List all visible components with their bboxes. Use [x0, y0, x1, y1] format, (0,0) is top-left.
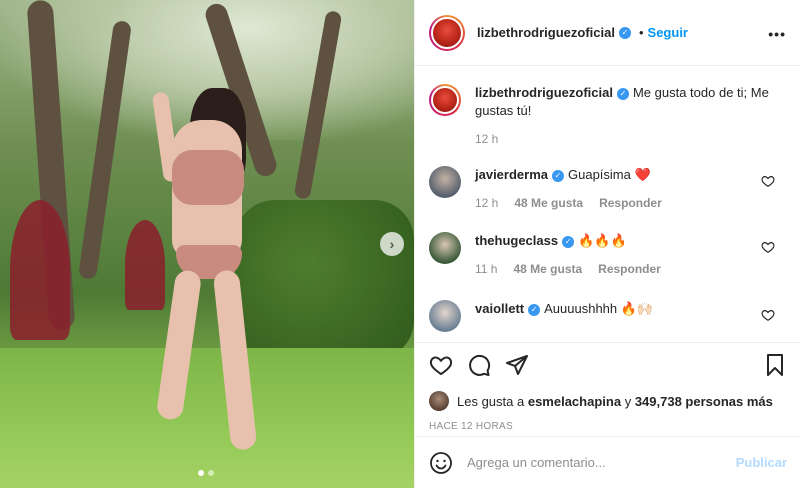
carousel-dots	[198, 470, 214, 476]
comment-username[interactable]: thehugeclass	[475, 233, 558, 248]
comment-meta: 11 h 48 Me gusta Responder	[475, 260, 787, 278]
header-separator: •	[638, 25, 644, 40]
emoji-smiley-icon[interactable]	[429, 451, 453, 475]
comment-content: javierderma ✓ Guapísima ❤️ 12 h 48 Me gust…	[475, 166, 787, 212]
add-comment-bar: Agrega un comentario... Publicar	[415, 436, 800, 488]
comment-text: Auuuushhhh 🔥🙌🏻	[544, 301, 654, 316]
red-plant-2	[125, 220, 165, 310]
comment-text: 🔥🔥🔥	[578, 233, 627, 248]
author-username[interactable]: lizbethrodriguezoficial	[477, 25, 615, 40]
hedge	[235, 200, 414, 360]
caption-content: lizbethrodriguezoficial ✓ Me gusta todo de…	[475, 84, 787, 148]
comment-row: javierderma ✓ Guapísima ❤️ 12 h 48 Me gust…	[429, 166, 787, 212]
comment-row: thehugeclass ✓ 🔥🔥🔥 11 h 48 Me gusta Respon…	[429, 232, 787, 278]
comments-list: lizbethrodriguezoficial ✓ Me gusta todo de…	[415, 66, 800, 342]
post-photo[interactable]: ›	[0, 0, 414, 488]
follow-button[interactable]: Seguir	[648, 25, 688, 40]
reply-button[interactable]: Responder	[599, 194, 662, 212]
action-icons	[429, 353, 787, 377]
likes-summary: Les gusta a esmelachapina y 349,738 pers…	[429, 391, 787, 411]
post-header: lizbethrodriguezoficial ✓ • Seguir •••	[415, 0, 800, 66]
comment-time[interactable]: 11 h	[475, 260, 497, 278]
verified-badge-icon: ✓	[616, 87, 629, 100]
post-timestamp[interactable]: HACE 12 HORAS	[429, 421, 787, 432]
comment-input[interactable]: Agrega un comentario...	[467, 455, 736, 470]
comment-text: Guapísima ❤️	[568, 167, 651, 182]
save-bookmark-icon[interactable]	[763, 353, 787, 377]
comment-content: vaiollett ✓ Auuuushhhh 🔥🙌🏻	[475, 300, 787, 332]
caption-author-avatar[interactable]	[429, 84, 461, 116]
carousel-dot-active	[198, 470, 204, 476]
author-avatar[interactable]	[429, 14, 465, 51]
likes-first-user[interactable]: esmelachapina	[528, 394, 621, 409]
caption-meta: 12 h	[475, 130, 787, 148]
carousel-dot	[208, 470, 214, 476]
comment-bubble-icon[interactable]	[467, 353, 491, 377]
share-paper-plane-icon[interactable]	[505, 353, 529, 377]
comment-time[interactable]: 12 h	[475, 194, 498, 212]
caption-time[interactable]: 12 h	[475, 130, 498, 148]
comment-content: thehugeclass ✓ 🔥🔥🔥 11 h 48 Me gusta Respon…	[475, 232, 787, 278]
verified-badge-icon: ✓	[562, 235, 575, 248]
likes-count[interactable]: 349,738 personas más	[635, 394, 773, 409]
publish-button[interactable]: Publicar	[736, 455, 787, 470]
like-heart-icon[interactable]	[429, 353, 453, 377]
post-actions: Les gusta a esmelachapina y 349,738 pers…	[415, 342, 800, 432]
commenter-avatar[interactable]	[429, 300, 461, 332]
verified-badge-icon: ✓	[552, 169, 564, 182]
commenter-avatar[interactable]	[429, 232, 461, 264]
comment-likes[interactable]: 48 Me gusta	[513, 260, 582, 278]
comment-username[interactable]: vaiollett	[475, 301, 524, 316]
caption-username[interactable]: lizbethrodriguezoficial	[475, 85, 613, 100]
instagram-post: › lizbethrodriguezoficial ✓ • Seguir •••…	[0, 0, 800, 488]
post-side-panel: lizbethrodriguezoficial ✓ • Seguir ••• l…	[414, 0, 800, 488]
comment-row: vaiollett ✓ Auuuushhhh 🔥🙌🏻	[429, 300, 787, 332]
comment-likes[interactable]: 48 Me gusta	[514, 194, 583, 212]
likes-prefix: Les gusta a	[457, 393, 525, 409]
verified-badge-icon: ✓	[528, 303, 541, 316]
figure-top	[172, 150, 244, 205]
like-comment-heart-icon[interactable]	[761, 240, 775, 254]
like-comment-heart-icon[interactable]	[761, 308, 775, 322]
more-options-icon[interactable]: •••	[768, 26, 786, 42]
verified-badge-icon: ✓	[618, 26, 631, 39]
liker-avatar[interactable]	[429, 391, 449, 411]
post-caption: lizbethrodriguezoficial ✓ Me gusta todo de…	[429, 84, 787, 148]
likes-joiner: y	[624, 393, 632, 409]
carousel-next-button[interactable]: ›	[380, 232, 404, 256]
comment-meta: 12 h 48 Me gusta Responder	[475, 194, 787, 212]
comment-username[interactable]: javierderma	[475, 167, 548, 182]
commenter-avatar[interactable]	[429, 166, 461, 198]
reply-button[interactable]: Responder	[598, 260, 661, 278]
grass	[0, 348, 414, 488]
red-plant	[10, 200, 70, 340]
like-comment-heart-icon[interactable]	[761, 174, 775, 188]
